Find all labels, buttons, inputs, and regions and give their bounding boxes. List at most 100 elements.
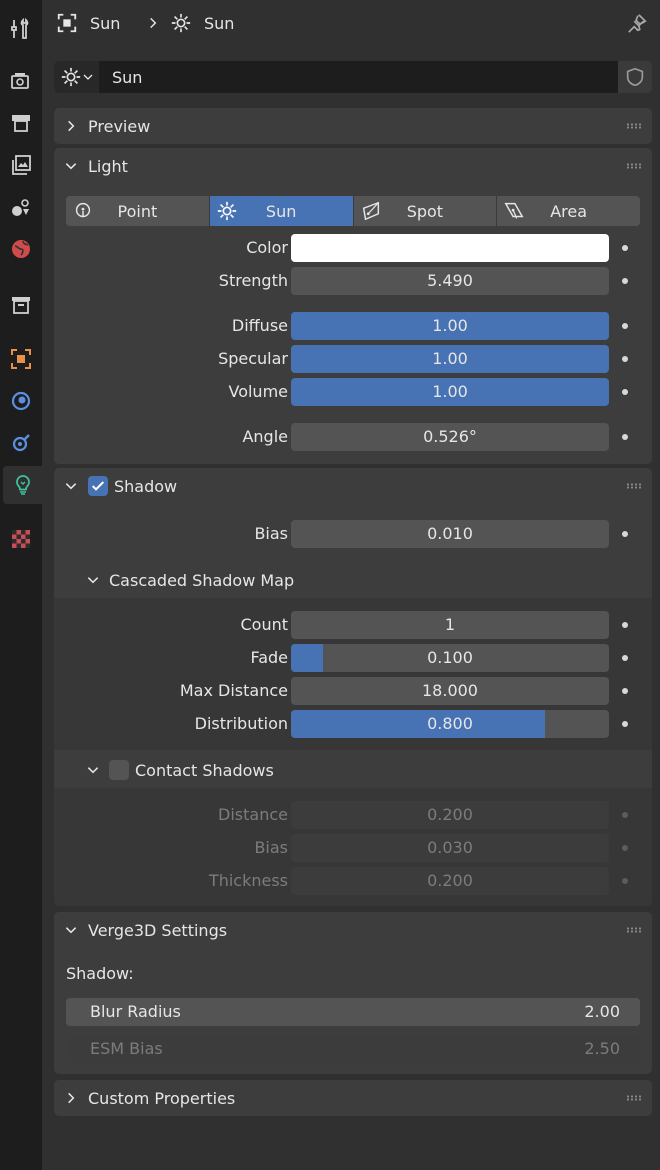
- tab-view-layer[interactable]: [2, 146, 40, 184]
- csm-subpanel-title: Cascaded Shadow Map: [109, 570, 295, 590]
- keyframe-dot-icon[interactable]: [622, 389, 628, 395]
- contact-bias-row: Bias 0.030: [54, 834, 652, 862]
- shadow-bias-value: 0.010: [427, 524, 473, 543]
- light-panel-header[interactable]: Light: [54, 148, 652, 184]
- keyframe-dot-icon[interactable]: [622, 245, 628, 251]
- keyframe-dot-icon[interactable]: [622, 688, 628, 694]
- esm-bias-field[interactable]: ESM Bias 2.50: [66, 1035, 640, 1063]
- tab-constraints[interactable]: [2, 424, 40, 462]
- breadcrumb-object: Sun: [56, 0, 120, 46]
- drag-handle-icon[interactable]: [626, 123, 642, 129]
- csm-fade-slider[interactable]: 0.100: [291, 644, 609, 672]
- keyframe-dot-icon[interactable]: [622, 655, 628, 661]
- output-icon: [12, 115, 30, 132]
- contact-distance-value: 0.200: [427, 805, 473, 824]
- datablock-browse-button[interactable]: [54, 61, 100, 93]
- light-type-point[interactable]: Point: [66, 196, 210, 226]
- sun-icon: [217, 201, 236, 221]
- verge3d-panel-header[interactable]: Verge3D Settings: [54, 912, 652, 948]
- contact-distance-field[interactable]: 0.200: [291, 801, 609, 829]
- light-volume-row: Volume 1.00: [54, 378, 652, 406]
- keyframe-dot-icon[interactable]: [622, 878, 628, 884]
- blur-radius-label: Blur Radius: [90, 1002, 181, 1021]
- blur-radius-field[interactable]: Blur Radius 2.00: [66, 998, 640, 1026]
- tab-scene[interactable]: [2, 188, 40, 226]
- tab-render[interactable]: [2, 62, 40, 100]
- contact-thickness-field[interactable]: 0.200: [291, 867, 609, 895]
- light-type-area[interactable]: Area: [497, 196, 640, 226]
- view-layer-icon: [12, 155, 31, 175]
- csm-subpanel-header[interactable]: Cascaded Shadow Map: [54, 562, 652, 598]
- keyframe-dot-icon[interactable]: [622, 323, 628, 329]
- csm-distribution-slider[interactable]: 0.800: [291, 710, 609, 738]
- contact-shadows-subpanel-header[interactable]: Contact Shadows: [54, 752, 652, 788]
- chevron-right-icon: [150, 17, 157, 29]
- light-specular-slider[interactable]: 1.00: [291, 345, 609, 373]
- drag-handle-icon[interactable]: [626, 163, 642, 169]
- light-color-swatch[interactable]: [291, 234, 609, 262]
- csm-max-distance-field[interactable]: 18.000: [291, 677, 609, 705]
- fake-user-button[interactable]: [618, 61, 652, 93]
- drag-handle-icon[interactable]: [626, 927, 642, 933]
- light-type-area-label: Area: [550, 201, 588, 221]
- light-type-sun[interactable]: Sun: [209, 196, 354, 226]
- light-strength-field[interactable]: 5.490: [291, 267, 609, 295]
- keyframe-dot-icon[interactable]: [622, 812, 628, 818]
- tab-texture[interactable]: [2, 520, 40, 558]
- tab-output[interactable]: [2, 104, 40, 142]
- shadow-panel-header[interactable]: Shadow: [54, 468, 652, 504]
- light-diffuse-label: Diffuse: [231, 316, 288, 335]
- keyframe-dot-icon[interactable]: [622, 845, 628, 851]
- tab-tool[interactable]: [2, 10, 40, 48]
- light-panel-title: Light: [88, 156, 128, 176]
- light-color-row: Color: [54, 234, 652, 262]
- contact-bias-field[interactable]: 0.030: [291, 834, 609, 862]
- tab-light-data[interactable]: [3, 466, 42, 504]
- keyframe-dot-icon[interactable]: [622, 622, 628, 628]
- light-data-icon: [15, 475, 30, 495]
- contact-bias-value: 0.030: [427, 838, 473, 857]
- custom-properties-header[interactable]: Custom Properties: [54, 1080, 652, 1116]
- tab-world[interactable]: [2, 230, 40, 268]
- tab-physics[interactable]: [2, 382, 40, 420]
- preview-panel-title: Preview: [88, 116, 151, 136]
- light-angle-row: Angle 0.526°: [54, 423, 652, 451]
- csm-fade-value: 0.100: [427, 648, 473, 667]
- shadow-checkbox[interactable]: [88, 476, 108, 496]
- shadow-panel-title: Shadow: [114, 476, 178, 496]
- contact-shadows-title: Contact Shadows: [135, 760, 274, 780]
- light-diffuse-slider[interactable]: 1.00: [291, 312, 609, 340]
- contact-thickness-value: 0.200: [427, 871, 473, 890]
- light-type-point-label: Point: [117, 201, 158, 221]
- drag-handle-icon[interactable]: [626, 1095, 642, 1101]
- object-icon: [11, 349, 31, 369]
- csm-count-label: Count: [240, 615, 288, 634]
- light-type-spot[interactable]: Spot: [353, 196, 498, 226]
- light-color-label: Color: [246, 238, 288, 257]
- csm-count-field[interactable]: 1: [291, 611, 609, 639]
- keyframe-dot-icon[interactable]: [622, 356, 628, 362]
- chevron-down-icon: [65, 163, 77, 170]
- preview-panel-header[interactable]: Preview: [54, 108, 652, 144]
- light-volume-slider[interactable]: 1.00: [291, 378, 609, 406]
- light-diffuse-row: Diffuse 1.00: [54, 312, 652, 340]
- drag-handle-icon[interactable]: [626, 483, 642, 489]
- light-strength-row: Strength 5.490: [54, 267, 652, 295]
- contact-distance-row: Distance 0.200: [54, 801, 652, 829]
- pin-button[interactable]: [626, 12, 648, 34]
- light-angle-field[interactable]: 0.526°: [291, 423, 609, 451]
- collection-icon: [12, 297, 30, 314]
- keyframe-dot-icon[interactable]: [622, 721, 628, 727]
- world-icon: [12, 240, 30, 258]
- csm-max-distance-label: Max Distance: [179, 681, 288, 700]
- contact-shadows-checkbox[interactable]: [109, 760, 129, 780]
- csm-max-distance-row: Max Distance 18.000: [54, 677, 652, 705]
- tab-collection[interactable]: [2, 286, 40, 324]
- shadow-bias-field[interactable]: 0.010: [291, 520, 609, 548]
- keyframe-dot-icon[interactable]: [622, 434, 628, 440]
- tab-object[interactable]: [2, 340, 40, 378]
- keyframe-dot-icon[interactable]: [622, 278, 628, 284]
- chevron-down-icon: [87, 577, 99, 584]
- datablock-name-field[interactable]: Sun: [100, 61, 618, 93]
- keyframe-dot-icon[interactable]: [622, 531, 628, 537]
